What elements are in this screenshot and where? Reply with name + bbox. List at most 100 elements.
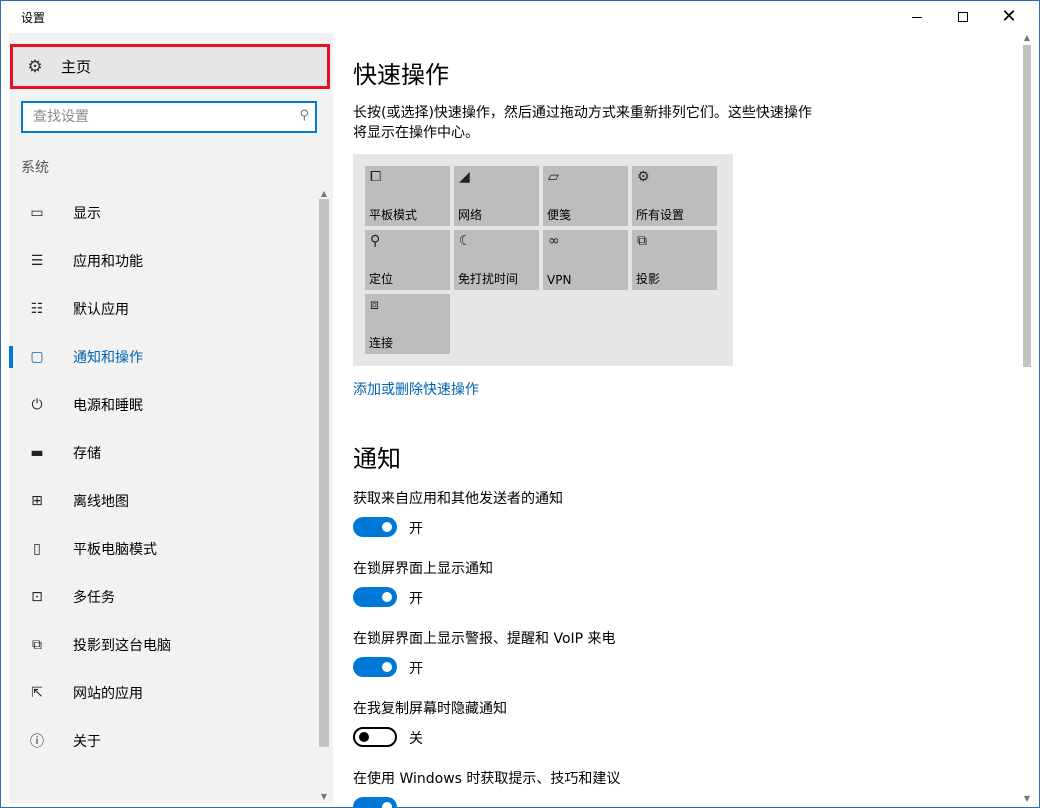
setting-label: 在我复制屏幕时隐藏通知: [353, 701, 507, 717]
tile-label: 连接: [369, 336, 394, 350]
location-icon: ⚲: [370, 233, 381, 249]
sidebar-item-notifications[interactable]: ▢ 通知和操作: [9, 333, 315, 381]
scroll-up-icon[interactable]: ▲: [318, 189, 330, 198]
setting-label: 在锁屏界面上显示通知: [353, 561, 493, 577]
sidebar-item-power[interactable]: ⏻ 电源和睡眠: [9, 381, 315, 429]
tile-label: VPN: [547, 273, 572, 287]
sidebar: ⚙ 主页 ⚲ 系统 ▭ 显示 ☰ 应用和功能 ☷ 默认应用 ▢ 通知和操作: [9, 33, 333, 803]
connect-icon: ⧈: [370, 297, 379, 313]
sidebar-item-label: 平板电脑模式: [73, 542, 157, 558]
sidebar-item-label: 存储: [73, 446, 101, 462]
tile-all-settings[interactable]: ⚙ 所有设置: [632, 166, 717, 226]
close-icon: ✕: [1001, 6, 1017, 27]
tile-tablet-mode[interactable]: ⧠ 平板模式: [365, 166, 450, 226]
sidebar-item-multitasking[interactable]: ⊡ 多任务: [9, 573, 315, 621]
sidebar-item-label: 电源和睡眠: [73, 398, 143, 414]
section-label: 系统: [21, 160, 49, 176]
toggle-state: 关: [409, 731, 423, 747]
tile-project[interactable]: ⧉ 投影: [632, 230, 717, 290]
tile-note[interactable]: ▱ 便笺: [543, 166, 628, 226]
home-button[interactable]: ⚙ 主页: [10, 44, 330, 89]
notification-icon: ▢: [30, 349, 44, 365]
main-scrollbar[interactable]: ▲ ▼: [1021, 33, 1033, 803]
quick-actions-title: 快速操作: [353, 61, 449, 89]
tile-label: 投影: [636, 272, 661, 286]
toggle-app-notifications[interactable]: [353, 517, 397, 537]
sidebar-item-about[interactable]: ⓘ 关于: [9, 717, 315, 765]
toggle-lockscreen-notifications[interactable]: [353, 587, 397, 607]
sidebar-item-label: 离线地图: [73, 494, 129, 510]
toggle-lockscreen-alarms[interactable]: [353, 657, 397, 677]
tablet-icon: ▯: [33, 541, 41, 557]
multitask-icon: ⊡: [31, 589, 43, 605]
settings-window: 设置 ✕ ⚙ 主页 ⚲ 系统 ▭ 显示 ☰ 应用和功能 ☷ 默认应用: [0, 0, 1040, 808]
default-apps-icon: ☷: [30, 301, 44, 317]
toggle-state: 开: [409, 521, 423, 537]
monitor-icon: ▭: [30, 205, 44, 221]
sidebar-item-label: 通知和操作: [73, 350, 143, 366]
tile-label: 网络: [458, 208, 483, 222]
list-icon: ☰: [30, 253, 44, 269]
map-icon: ⊞: [31, 493, 43, 509]
close-button[interactable]: ✕: [986, 1, 1032, 33]
sidebar-item-storage[interactable]: ▬ 存储: [9, 429, 315, 477]
sidebar-scroll-thumb[interactable]: [319, 199, 329, 747]
sidebar-item-project[interactable]: ⧉ 投影到这台电脑: [9, 621, 315, 669]
tile-label: 定位: [369, 272, 394, 286]
vpn-icon: ∞: [548, 233, 560, 249]
tablet-mode-icon: ⧠: [370, 169, 382, 185]
sidebar-item-offline-maps[interactable]: ⊞ 离线地图: [9, 477, 315, 525]
tile-label: 所有设置: [636, 208, 685, 222]
tile-connect[interactable]: ⧈ 连接: [365, 294, 450, 354]
moon-icon: ☾: [459, 233, 472, 249]
quick-actions-panel: ⧠ 平板模式 ◢ 网络 ▱ 便笺 ⚙ 所有设置 ⚲ 定位 ☾ 免打扰时间 ∞ V…: [353, 154, 733, 366]
sidebar-item-label: 应用和功能: [73, 254, 143, 270]
home-label: 主页: [61, 58, 92, 76]
sidebar-item-web-apps[interactable]: ⇱ 网站的应用: [9, 669, 315, 717]
scroll-down-icon[interactable]: ▼: [318, 792, 330, 801]
main-scroll-thumb[interactable]: [1023, 45, 1031, 367]
info-icon: ⓘ: [30, 734, 44, 750]
settings-icon: ⚙: [637, 169, 650, 185]
setting-label: 在使用 Windows 时获取提示、技巧和建议: [353, 771, 621, 787]
project-icon: ⧉: [32, 637, 42, 653]
gear-icon: ⚙: [27, 56, 43, 77]
toggle-tips[interactable]: [353, 797, 397, 808]
sidebar-item-tablet-mode[interactable]: ▯ 平板电脑模式: [9, 525, 315, 573]
sidebar-scrollbar[interactable]: ▲ ▼: [318, 189, 330, 801]
scroll-up-icon[interactable]: ▲: [1021, 33, 1033, 42]
tile-network[interactable]: ◢ 网络: [454, 166, 539, 226]
sidebar-item-label: 关于: [73, 734, 101, 750]
maximize-button[interactable]: [940, 1, 986, 33]
web-apps-icon: ⇱: [31, 685, 43, 701]
storage-icon: ▬: [30, 445, 44, 461]
note-icon: ▱: [548, 169, 559, 185]
toggle-knob: [382, 522, 392, 532]
search-box[interactable]: ⚲: [21, 101, 317, 133]
sidebar-item-display[interactable]: ▭ 显示: [9, 189, 315, 237]
scroll-down-icon[interactable]: ▼: [1021, 794, 1033, 803]
sidebar-item-label: 显示: [73, 206, 101, 222]
main-content: 快速操作 长按(或选择)快速操作，然后通过拖动方式来重新排列它们。这些快速操作将…: [337, 33, 1019, 808]
minimize-button[interactable]: [894, 1, 940, 33]
search-input[interactable]: [33, 103, 293, 131]
title-bar: 设置 ✕: [1, 1, 1039, 33]
sidebar-nav: ▭ 显示 ☰ 应用和功能 ☷ 默认应用 ▢ 通知和操作 ⏻ 电源和睡眠 ▬ 存储: [9, 189, 315, 765]
tile-vpn[interactable]: ∞ VPN: [543, 230, 628, 290]
tile-label: 免打扰时间: [458, 272, 519, 286]
toggle-hide-when-duplicating[interactable]: [353, 727, 397, 747]
tile-quiet-hours[interactable]: ☾ 免打扰时间: [454, 230, 539, 290]
add-remove-quick-actions-link[interactable]: 添加或删除快速操作: [353, 379, 479, 399]
notifications-title: 通知: [353, 445, 401, 473]
minimize-icon: [912, 16, 922, 18]
setting-label: 获取来自应用和其他发送者的通知: [353, 491, 563, 507]
tile-label: 平板模式: [369, 208, 418, 222]
sidebar-item-label: 投影到这台电脑: [73, 638, 171, 654]
maximize-icon: [958, 12, 968, 22]
sidebar-item-label: 多任务: [73, 590, 115, 606]
sidebar-item-default-apps[interactable]: ☷ 默认应用: [9, 285, 315, 333]
setting-label: 在锁屏界面上显示警报、提醒和 VoIP 来电: [353, 631, 616, 647]
tile-location[interactable]: ⚲ 定位: [365, 230, 450, 290]
sidebar-item-apps[interactable]: ☰ 应用和功能: [9, 237, 315, 285]
toggle-knob: [382, 662, 392, 672]
